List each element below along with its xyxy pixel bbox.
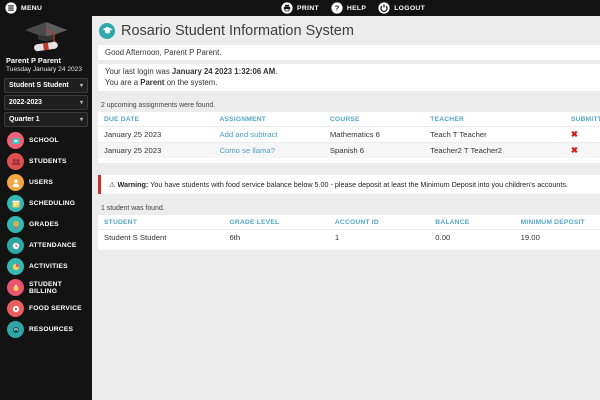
assignments-count-note: 2 upcoming assignments were found.: [101, 102, 600, 109]
chevron-down-icon: ▾: [80, 116, 83, 123]
help-label: HELP: [347, 5, 366, 12]
logout-label: LOGOUT: [394, 5, 425, 12]
print-label: PRINT: [297, 5, 319, 12]
col-balance: BALANCE: [429, 215, 514, 230]
col-account-id: ACCOUNT ID: [329, 215, 429, 230]
food-service-table: STUDENT GRADE LEVEL ACCOUNT ID BALANCE M…: [98, 215, 600, 250]
minimum-deposit-cell: 19.00: [515, 230, 600, 246]
school-icon: [7, 132, 24, 149]
logout-power-icon: [378, 2, 390, 14]
scheduling-calendar-icon: [7, 195, 24, 212]
col-student: STUDENT: [98, 215, 224, 230]
chevron-down-icon: ▾: [80, 82, 83, 89]
assignment-link[interactable]: Como se llama?: [219, 146, 275, 155]
teacher-cell: Teach T Teacher: [424, 127, 565, 143]
sidebar-item-school[interactable]: SCHOOL: [0, 130, 92, 151]
col-submitted: SUBMITTED: [565, 112, 600, 127]
graduation-cap-image: [0, 16, 92, 54]
chevron-down-icon: ▾: [80, 99, 83, 106]
sidebar: Parent P Parent Tuesday January 24 2023 …: [0, 16, 92, 400]
sidebar-user-name: Parent P Parent: [0, 54, 92, 65]
students-count-note: 1 student was found.: [101, 205, 600, 212]
role-text: You are a Parent on the system.: [105, 78, 593, 89]
assignment-link[interactable]: Add and subtract: [219, 130, 277, 139]
resources-icon: [7, 321, 24, 338]
sidebar-item-grades[interactable]: GRADES: [0, 214, 92, 235]
student-select[interactable]: Student S Student ▾: [4, 78, 88, 93]
col-due-date: DUE DATE: [98, 112, 213, 127]
assignments-header-row: DUE DATE ASSIGNMENT COURSE TEACHER SUBMI…: [98, 112, 600, 127]
sidebar-item-attendance[interactable]: ATTENDANCE: [0, 235, 92, 256]
page-title: Rosario Student Information System: [121, 23, 354, 39]
page-header: Rosario Student Information System: [92, 16, 600, 45]
table-row: Student S Student 6th 1 0.00 19.00: [98, 230, 600, 246]
print-icon: [281, 2, 293, 14]
attendance-clock-icon: [7, 237, 24, 254]
menu-label: MENU: [21, 5, 42, 12]
col-assignment: ASSIGNMENT: [213, 112, 323, 127]
col-course: COURSE: [324, 112, 424, 127]
table-row: January 25 2023 Como se llama? Spanish 6…: [98, 143, 600, 159]
col-minimum-deposit: MINIMUM DEPOSIT: [515, 215, 600, 230]
warning-text: You have students with food service bala…: [148, 180, 568, 189]
sidebar-item-resources[interactable]: RESOURCES: [0, 319, 92, 340]
svg-text:?: ?: [335, 4, 340, 13]
quarter-select-value: Quarter 1: [9, 116, 40, 123]
balance-cell: 0.00: [429, 230, 514, 246]
users-icon: [7, 174, 24, 191]
table-row: January 25 2023 Add and subtract Mathema…: [98, 127, 600, 143]
warning-bold-label: Warning:: [117, 180, 148, 189]
sidebar-item-food-service[interactable]: FOOD SERVICE: [0, 298, 92, 319]
sidebar-item-users[interactable]: USERS: [0, 172, 92, 193]
sidebar-menu: SCHOOL STUDENTS USERS SCHEDULING GRADES: [0, 130, 92, 340]
last-login-text: Your last login was January 24 2023 1:32…: [105, 67, 593, 78]
sidebar-date: Tuesday January 24 2023: [0, 65, 92, 76]
student-cell: Student S Student: [98, 230, 224, 246]
grades-medal-icon: [7, 216, 24, 233]
food-service-warning: ⚠ Warning: You have students with food s…: [98, 175, 600, 194]
student-billing-icon: [7, 279, 24, 296]
hamburger-icon: [5, 2, 17, 14]
student-select-value: Student S Student: [9, 82, 69, 89]
course-cell: Mathematics 6: [324, 127, 424, 143]
due-date-cell: January 25 2023: [98, 127, 213, 143]
help-button[interactable]: ? HELP: [331, 2, 366, 14]
food-service-header-row: STUDENT GRADE LEVEL ACCOUNT ID BALANCE M…: [98, 215, 600, 230]
greeting-text: Good Afternoon, Parent P Parent.: [105, 48, 221, 57]
sidebar-item-student-billing[interactable]: STUDENT BILLING: [0, 277, 92, 298]
due-date-cell: January 25 2023: [98, 143, 213, 159]
school-year-select-value: 2022-2023: [9, 99, 42, 106]
app-logo-graduation-icon: [99, 23, 115, 39]
activities-pie-icon: [7, 258, 24, 275]
not-submitted-x-icon: ✖: [571, 129, 578, 139]
logout-button[interactable]: LOGOUT: [378, 2, 425, 14]
sidebar-item-students[interactable]: STUDENTS: [0, 151, 92, 172]
course-cell: Spanish 6: [324, 143, 424, 159]
food-service-icon: [7, 300, 24, 317]
quarter-select[interactable]: Quarter 1 ▾: [4, 112, 88, 127]
main-content: Rosario Student Information System Good …: [92, 16, 600, 400]
greeting-banner: Good Afternoon, Parent P Parent.: [98, 45, 600, 60]
assignments-table: DUE DATE ASSIGNMENT COURSE TEACHER SUBMI…: [98, 112, 600, 163]
grade-level-cell: 6th: [224, 230, 329, 246]
students-icon: [7, 153, 24, 170]
teacher-cell: Teacher2 T Teacher2: [424, 143, 565, 159]
not-submitted-x-icon: ✖: [571, 145, 578, 155]
col-teacher: TEACHER: [424, 112, 565, 127]
login-info-banner: Your last login was January 24 2023 1:32…: [98, 64, 600, 91]
sidebar-item-scheduling[interactable]: SCHEDULING: [0, 193, 92, 214]
school-year-select[interactable]: 2022-2023 ▾: [4, 95, 88, 110]
menu-button[interactable]: MENU: [0, 2, 42, 14]
help-icon: ?: [331, 2, 343, 14]
account-id-cell: 1: [329, 230, 429, 246]
top-bar: MENU PRINT ? HELP LOGOUT: [0, 0, 600, 16]
sidebar-item-activities[interactable]: ACTIVITIES: [0, 256, 92, 277]
col-grade-level: GRADE LEVEL: [224, 215, 329, 230]
warning-triangle-icon: ⚠: [109, 180, 115, 189]
print-button[interactable]: PRINT: [281, 2, 319, 14]
